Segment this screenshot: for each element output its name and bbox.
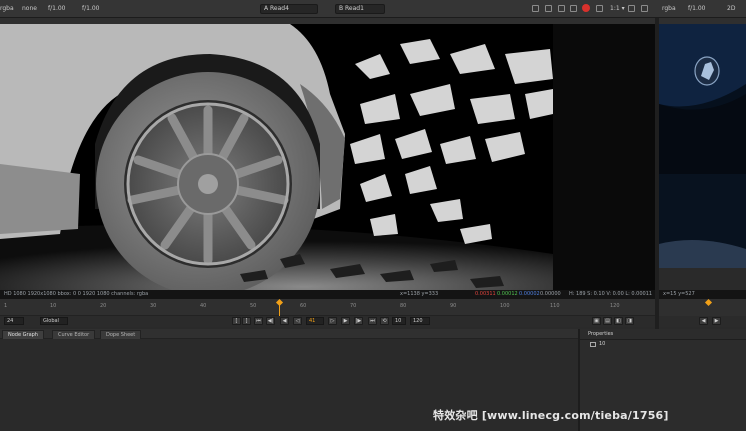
tick-label: 90 (450, 303, 457, 309)
follow-button[interactable]: ◨ (625, 317, 634, 325)
next-frame-button-secondary[interactable]: ▶ (712, 317, 721, 325)
next-keyframe-button[interactable]: |▶ (354, 317, 363, 325)
tick-label: 1 (4, 303, 8, 309)
watermark-text: 特效杂吧 [www.linecg.com/tieba/1756] (433, 409, 669, 422)
max-panels-field[interactable]: 10 (599, 341, 605, 347)
viewer-secondary[interactable] (659, 24, 746, 268)
record-icon[interactable] (582, 4, 590, 12)
view-mode-select[interactable]: 2D (727, 4, 735, 14)
range-mode-select[interactable]: Global (40, 317, 68, 325)
mustang-reference-image (659, 24, 746, 268)
input-a-select[interactable]: A Read4 (260, 4, 318, 14)
panel-tab-bar: Node Graph Curve Editor Dope Sheet (0, 329, 578, 339)
channel-select-right[interactable]: rgba (662, 4, 676, 14)
tab-node-graph[interactable]: Node Graph (2, 330, 44, 339)
pixel-alpha: 0.00000 (540, 291, 561, 297)
tab-dope-sheet[interactable]: Dope Sheet (100, 330, 142, 339)
tick-label: 50 (250, 303, 257, 309)
channel-select-left[interactable]: rgba (0, 4, 14, 14)
frame-ratio[interactable]: 1:1 ▾ (610, 4, 625, 14)
lock-icon[interactable] (628, 5, 635, 12)
playback-controls: 24 Global [ ] ⏮ ◀| ◀ ◁ 41 ▷ ▶ |▶ ⏭ ⟲ 10 … (0, 316, 655, 327)
prev-frame-button-secondary[interactable]: ◀ (699, 317, 708, 325)
gain-field-right[interactable]: f/1.00 (688, 4, 706, 14)
flipbook-button[interactable]: ▣ (592, 317, 601, 325)
viewer-main[interactable] (0, 24, 553, 290)
cursor-coords: x=1138 y=333 (400, 291, 439, 297)
in-point-button[interactable]: [ (232, 317, 241, 325)
proxy-icon[interactable] (558, 5, 565, 12)
gain-field-left[interactable]: f/1.00 (48, 4, 66, 14)
lut-icon[interactable] (545, 5, 552, 12)
input-b-select[interactable]: B Read1 (335, 4, 385, 14)
playhead-marker-secondary[interactable] (704, 298, 713, 307)
panel-stack-icon[interactable] (590, 342, 596, 347)
tab-curve-editor[interactable]: Curve Editor (52, 330, 96, 339)
end-frame-field[interactable]: 120 (410, 317, 430, 325)
tick-label: 120 (610, 303, 620, 309)
roi-icon[interactable] (532, 5, 539, 12)
last-frame-button[interactable]: ⏭ (368, 317, 377, 325)
tick-label: 30 (150, 303, 157, 309)
car-wheel-render (0, 24, 553, 290)
properties-title: Properties (588, 331, 614, 337)
timeline-ruler-secondary[interactable] (659, 298, 746, 316)
current-frame-field[interactable]: 41 (306, 317, 324, 325)
tick-label: 40 (200, 303, 207, 309)
fps-field[interactable]: 24 (4, 317, 24, 325)
step-back-button[interactable]: ◁ (293, 317, 302, 325)
cursor-coords-secondary: x=15 y=527 (663, 291, 695, 297)
prev-keyframe-button[interactable]: ◀| (266, 317, 275, 325)
increment-field[interactable]: 10 (392, 317, 406, 325)
tick-label: 110 (550, 303, 560, 309)
viewer-secondary-info: x=15 y=527 (659, 290, 746, 299)
viewer-main-border (553, 24, 659, 290)
timeline-ruler[interactable]: 1 10 20 30 40 50 60 70 80 90 100 110 120 (0, 299, 655, 316)
refresh-icon[interactable] (596, 5, 603, 12)
tick-label: 70 (350, 303, 357, 309)
loop-button[interactable]: ⟲ (380, 317, 389, 325)
gain-field-left-2[interactable]: f/1.00 (82, 4, 100, 14)
first-frame-button[interactable]: ⏮ (254, 317, 263, 325)
tick-label: 80 (400, 303, 407, 309)
viewer-main-info: HD 1080 1920x1080 bbox: 0 0 1920 1080 ch… (0, 290, 655, 299)
playback-controls-secondary: ◀ ▶ (659, 316, 746, 327)
layer-select-left[interactable]: none (22, 4, 37, 14)
cache-button[interactable]: ▤ (603, 317, 612, 325)
split-icon[interactable] (641, 5, 648, 12)
tick-label: 10 (50, 303, 57, 309)
viewer-splitter[interactable] (655, 18, 659, 330)
pixel-red: 0.00311 (475, 291, 496, 297)
pixel-blue: 0.00002 (519, 291, 540, 297)
properties-divider (580, 339, 746, 340)
pixel-hsv: H: 189 S: 0.10 V: 0.00 L: 0.00011 (569, 291, 653, 297)
pixel-green: 0.00012 (497, 291, 518, 297)
tick-label: 100 (500, 303, 510, 309)
viewer-toolbar: rgba none f/1.00 f/1.00 A Read4 B Read1 … (0, 0, 746, 18)
play-forward-button[interactable]: ▶ (341, 317, 350, 325)
tick-label: 20 (100, 303, 107, 309)
out-point-button[interactable]: ] (242, 317, 251, 325)
format-info: HD 1080 1920x1080 bbox: 0 0 1920 1080 ch… (4, 291, 149, 297)
play-backward-button[interactable]: ◀ (280, 317, 289, 325)
viewer-lock-button[interactable]: ◧ (614, 317, 623, 325)
tick-label: 60 (300, 303, 307, 309)
pause-icon[interactable] (570, 5, 577, 12)
step-forward-button[interactable]: ▷ (328, 317, 337, 325)
